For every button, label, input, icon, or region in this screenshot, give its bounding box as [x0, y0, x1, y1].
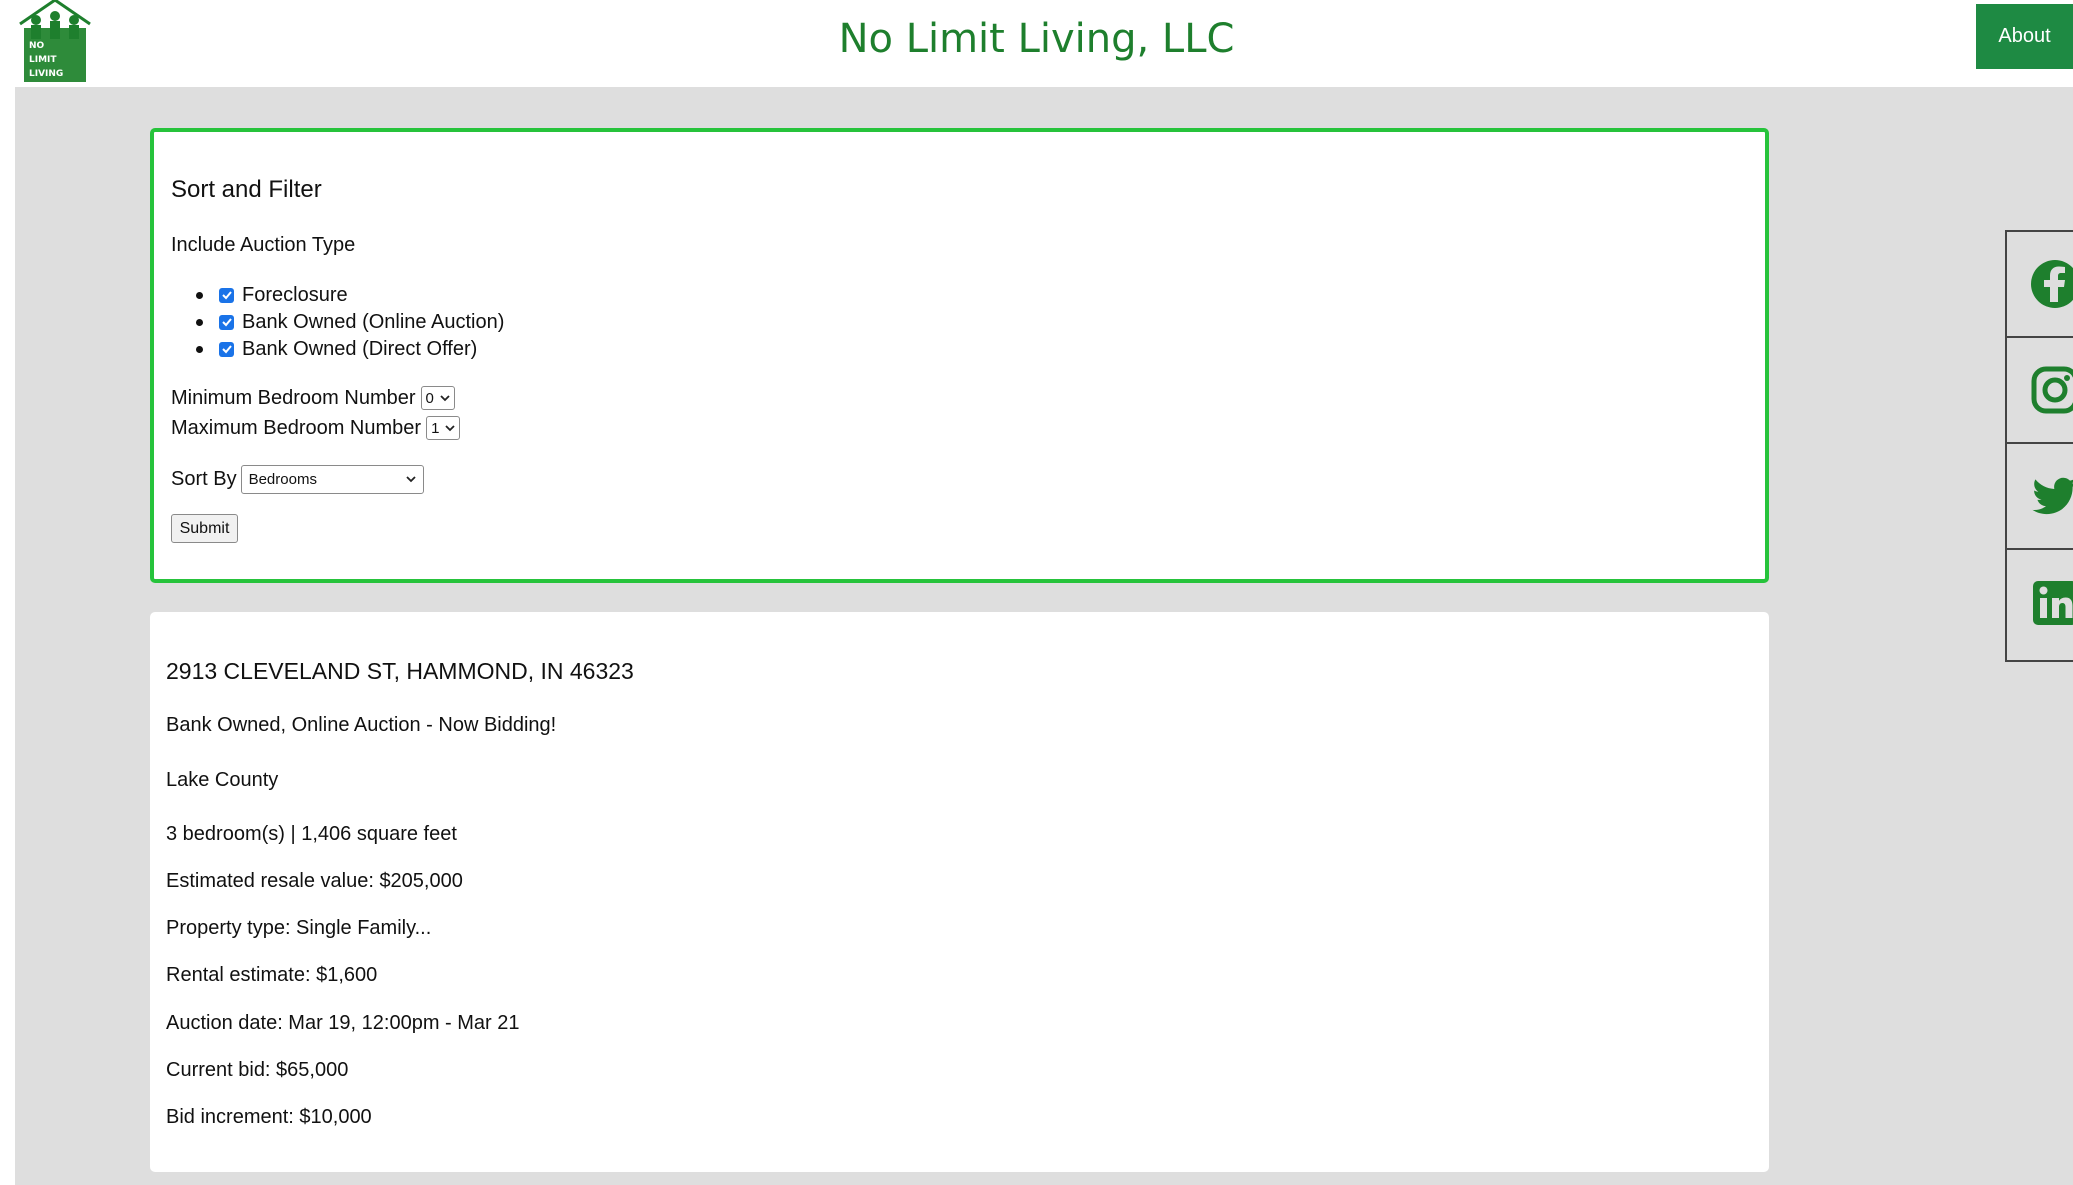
submit-button[interactable]: Submit — [171, 514, 238, 543]
bullet — [196, 345, 203, 353]
auction-option-label: Foreclosure — [242, 283, 348, 306]
bullet — [196, 291, 203, 299]
site-header: NO LIMIT LIVING No Limit Living, LLC Abo… — [0, 0, 2073, 87]
filter-title: Sort and Filter — [171, 176, 322, 203]
auction-option-label: Bank Owned (Direct Offer) — [242, 337, 478, 360]
listing-size: 3 bedroom(s) | 1,406 square feet — [166, 823, 457, 845]
check-icon — [221, 318, 232, 327]
max-bedroom-row: Maximum Bedroom Number 1 — [171, 414, 461, 442]
max-bedroom-value: 1 — [431, 419, 440, 437]
auction-option-bank-direct[interactable]: Bank Owned (Direct Offer) — [196, 336, 477, 362]
auction-option-foreclosure[interactable]: Foreclosure — [196, 282, 348, 308]
listing-card[interactable]: 2913 CLEVELAND ST, HAMMOND, IN 46323 Ban… — [150, 612, 1769, 1172]
bullet — [196, 318, 203, 326]
sort-filter-panel: Sort and Filter Include Auction Type For… — [150, 128, 1769, 583]
page-root: NO LIMIT LIVING No Limit Living, LLC Abo… — [0, 0, 2073, 1185]
listing-bid-increment: Bid increment: $10,000 — [166, 1106, 372, 1128]
bank-online-checkbox[interactable] — [219, 314, 234, 330]
listing-auction-date: Auction date: Mar 19, 12:00pm - Mar 21 — [166, 1012, 520, 1034]
min-bedroom-select[interactable]: 0 — [420, 386, 455, 410]
max-bedroom-select[interactable]: 1 — [426, 416, 461, 440]
listing-county: Lake County — [166, 769, 279, 791]
social-twitter[interactable] — [2007, 444, 2073, 550]
social-instagram[interactable] — [2007, 338, 2073, 444]
auction-option-bank-online[interactable]: Bank Owned (Online Auction) — [196, 309, 504, 335]
listing-property-type: Property type: Single Family... — [166, 917, 432, 939]
max-bedroom-label: Maximum Bedroom Number — [171, 416, 422, 439]
chevron-down-icon — [445, 424, 456, 431]
chevron-down-icon — [440, 394, 450, 401]
site-title: No Limit Living, LLC — [838, 16, 1235, 62]
listing-address[interactable]: 2913 CLEVELAND ST, HAMMOND, IN 46323 — [166, 658, 634, 685]
min-bedroom-row: Minimum Bedroom Number 0 — [171, 384, 455, 412]
listing-resale: Estimated resale value: $205,000 — [166, 870, 463, 892]
social-sidebar — [2005, 230, 2073, 662]
auction-type-label: Include Auction Type — [171, 234, 356, 256]
sort-row: Sort By Bedrooms — [171, 464, 424, 494]
about-button[interactable]: About — [1976, 4, 2073, 69]
bank-direct-checkbox[interactable] — [219, 341, 234, 357]
linkedin-icon — [2033, 581, 2073, 625]
twitter-icon — [2032, 477, 2073, 515]
sort-select[interactable]: Bedrooms — [240, 464, 424, 494]
foreclosure-checkbox[interactable] — [219, 287, 234, 303]
instagram-icon — [2031, 366, 2073, 414]
social-linkedin[interactable] — [2007, 550, 2073, 656]
listing-status: Bank Owned, Online Auction - Now Bidding… — [166, 714, 557, 736]
sort-label: Sort By — [171, 467, 237, 490]
social-facebook[interactable] — [2007, 232, 2073, 338]
chevron-down-icon — [405, 475, 416, 482]
logo-line-3: LIVING — [29, 69, 63, 79]
check-icon — [221, 345, 232, 354]
min-bedroom-value: 0 — [425, 389, 434, 407]
facebook-icon — [2031, 260, 2073, 308]
min-bedroom-label: Minimum Bedroom Number — [171, 386, 416, 409]
sort-value: Bedrooms — [248, 470, 317, 488]
check-icon — [221, 291, 232, 300]
listing-rental: Rental estimate: $1,600 — [166, 964, 378, 986]
auction-option-label: Bank Owned (Online Auction) — [242, 310, 505, 333]
listing-current-bid: Current bid: $65,000 — [166, 1059, 349, 1081]
